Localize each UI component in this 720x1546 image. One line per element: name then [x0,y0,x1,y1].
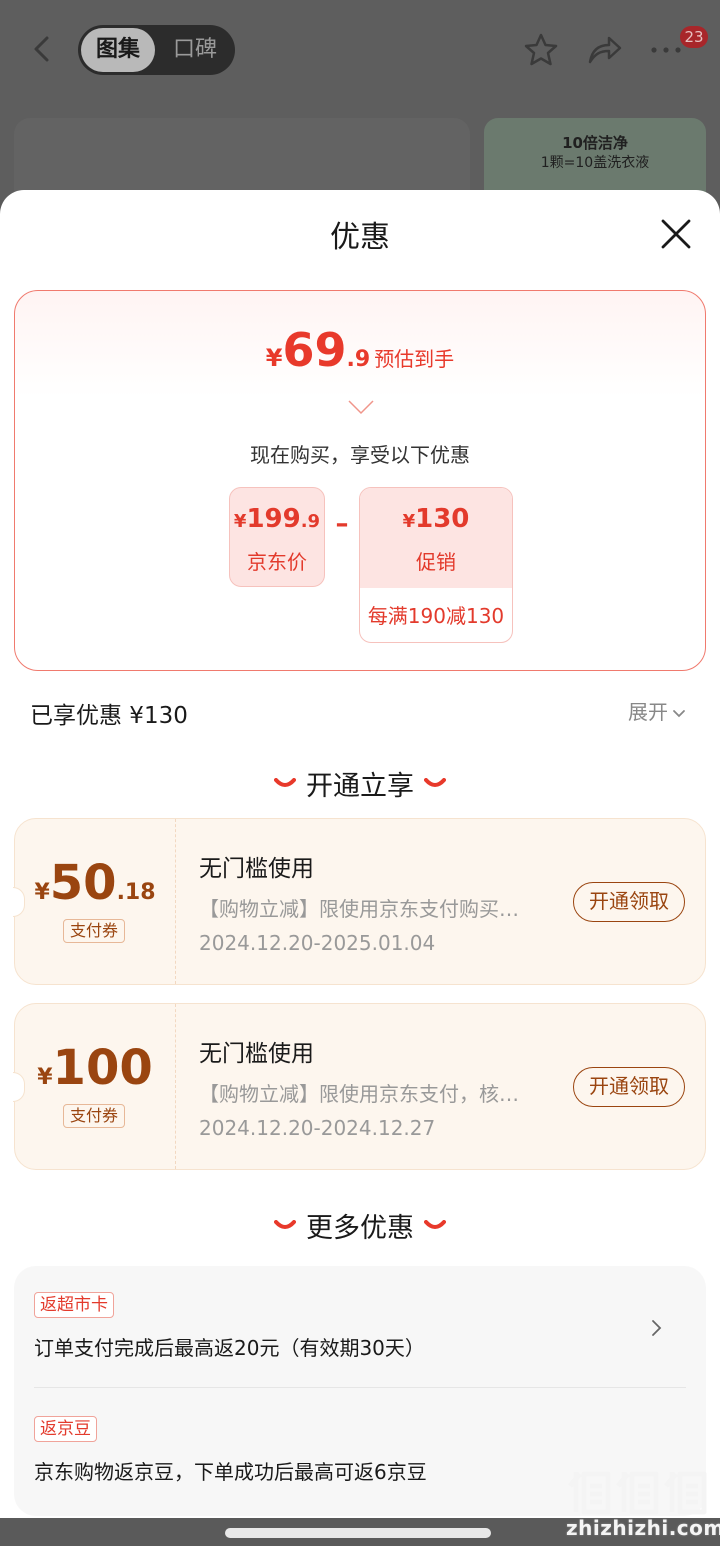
coupon-validity: 2024.12.20-2025.01.04 [199,931,436,955]
coupon-amount-integer: 100 [52,1040,153,1096]
activate-claim-button[interactable]: 开通领取 [573,882,685,922]
jd-price-chip: ¥199.9 京东价 [229,487,325,587]
jd-price-amount: ¥199.9 [230,504,324,534]
watermark-logo-icon [568,1471,707,1515]
share-icon[interactable] [584,30,624,70]
minus-operator: – [335,509,349,539]
estimated-price-decimal: .9 [346,347,371,372]
estimated-price-card: ¥69.9 预估到手 现在购买，享受以下优惠 ¥199.9 京东价 – ¥130 … [14,290,706,671]
promotion-rule: 每满190减130 [367,604,505,628]
promotion-amount-value: 130 [415,504,470,534]
chevron-right-icon[interactable] [648,1318,664,1338]
discount-intro: 现在购买，享受以下优惠 [250,443,470,467]
discount-sheet: 优惠 ¥69.9 预估到手 现在购买，享受以下优惠 ¥199.9 京东价 – ¥1… [0,190,720,1546]
smile-decoration-icon [424,777,446,787]
close-icon[interactable] [658,216,694,252]
currency-symbol: ¥ [233,511,247,532]
back-arrow-icon[interactable] [28,34,58,64]
pointer-divider [35,400,687,415]
coupon-type-tag: 支付券 [63,1104,126,1128]
coupon-amount: ¥50.18 [15,855,175,911]
more-section-header: 更多优惠 [0,1206,720,1245]
coupon-description: 【购物立减】限使用京东支付购买… [199,897,519,921]
benefit-text: 订单支付完成后最高返20元（有效期30天） [34,1336,425,1360]
promotion-amount: ¥130 [360,504,512,534]
enjoyed-discount-total: 已享优惠 ¥130 [30,703,188,729]
chevron-down-icon [673,709,685,717]
smile-decoration-icon [274,1219,296,1229]
estimated-price-label: 预估到手 [374,347,455,371]
expand-label: 展开 [628,700,668,724]
currency-symbol: ¥ [34,880,50,905]
watermark: zhizhizhi.com [566,1466,720,1544]
coupon-separator [175,819,176,984]
coupon-separator [175,1004,176,1169]
jd-price-integer: 199 [246,504,301,534]
currency-symbol: ¥ [37,1065,53,1090]
tab-gallery[interactable]: 图集 [81,28,155,72]
smile-decoration-icon [424,1219,446,1229]
promo-subline: 1颗=10盖洗衣液 [540,155,650,171]
list-divider [34,1387,686,1388]
sheet-title: 优惠 [330,220,390,255]
coupon-amount-integer: 50 [49,855,117,911]
expand-button[interactable]: 展开 [628,696,686,725]
coupon-amount-decimal: .18 [116,880,156,905]
estimated-price-integer: 69 [282,323,347,377]
benefit-tag: 返京豆 [34,1416,97,1442]
star-icon[interactable] [521,30,561,70]
benefit-text: 京东购物返京豆，下单成功后最高可返6京豆 [34,1460,427,1484]
currency-symbol: ¥ [402,511,416,532]
coupon-title: 无门槛使用 [199,1041,314,1067]
benefit-tag: 返超市卡 [34,1292,114,1318]
promotion-amount-block: ¥130 促销 [360,488,512,588]
promo-headline: 10倍洁净 [562,134,628,152]
tab-reviews[interactable]: 口碑 [158,28,232,72]
coupon-card: ¥100 支付券 无门槛使用 【购物立减】限使用京东支付，核… 2024.12.… [13,1003,706,1170]
coupon-type-tag: 支付券 [63,919,126,943]
jd-price-label: 京东价 [247,550,307,574]
coupon-card: ¥50.18 支付券 无门槛使用 【购物立减】限使用京东支付购买… 2024.1… [13,818,706,985]
promotion-label: 促销 [416,550,456,574]
coupon-validity: 2024.12.20-2024.12.27 [199,1116,436,1140]
activate-claim-button[interactable]: 开通领取 [573,1067,685,1107]
open-section-title: 开通立享 [306,771,414,802]
currency-symbol: ¥ [265,344,283,372]
view-tab-switcher: 图集 口碑 [78,25,235,75]
watermark-site: zhizhizhi.com [566,1516,720,1540]
jd-price-decimal: .9 [300,511,321,532]
message-count-badge: 23 [680,26,708,48]
more-section-title: 更多优惠 [306,1213,414,1244]
estimated-price: ¥69.9 预估到手 [15,323,705,377]
promotion-chip: ¥130 促销 每满190减130 [359,487,513,643]
coupon-amount: ¥100 [15,1040,175,1096]
home-indicator[interactable] [225,1528,491,1538]
coupon-title: 无门槛使用 [199,856,314,882]
coupon-description: 【购物立减】限使用京东支付，核… [199,1082,519,1106]
open-section-header: 开通立享 [0,764,720,803]
smile-decoration-icon [274,777,296,787]
